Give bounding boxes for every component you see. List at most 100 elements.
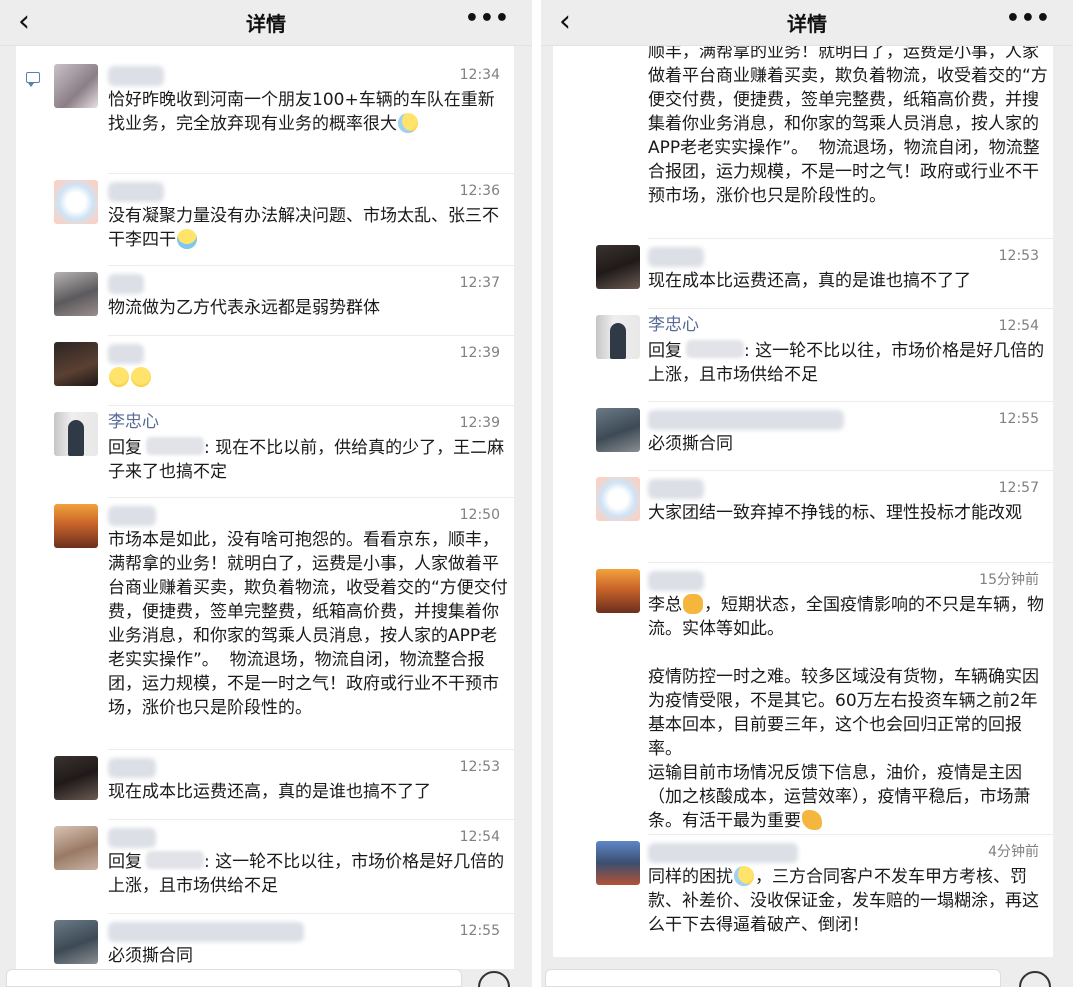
- list-item[interactable]: 4分钟前 同样的困扰 ，三方合同客户不发车甲方考核、罚款、补差价、没收保证金，发车…: [553, 835, 1053, 957]
- list-item[interactable]: 12:55 必须撕合同: [16, 914, 514, 969]
- comment-text: 没有凝聚力量没有办法解决问题、市场太乱、张三不干李四干: [108, 206, 499, 250]
- avatar[interactable]: [54, 756, 98, 800]
- reply-target-name[interactable]: [686, 340, 744, 358]
- comment-list: 顺丰，满帮拿的业务！就明白了，运费是小事，人家做着平台商业赚着买卖，欺负着物流，…: [553, 46, 1053, 957]
- commenter-name[interactable]: 李忠心: [108, 412, 159, 432]
- comment-time: 12:34: [459, 67, 500, 83]
- list-item[interactable]: 顺丰，满帮拿的业务！就明白了，运费是小事，人家做着平台商业赚着买卖，欺负着物流，…: [553, 46, 1053, 234]
- avatar[interactable]: [54, 412, 98, 456]
- avatar[interactable]: [596, 315, 640, 359]
- commenter-name[interactable]: [108, 182, 164, 202]
- emoji-button-icon[interactable]: [1019, 971, 1051, 987]
- avatar[interactable]: [596, 245, 640, 289]
- comment-time: 12:50: [459, 507, 500, 523]
- commenter-name[interactable]: [648, 571, 704, 591]
- comment-text: [108, 366, 508, 390]
- page-title: 详情: [246, 12, 286, 36]
- comment-text: 回复: 这一轮不比以往，市场价格是好几倍的上涨，且市场供给不足: [648, 340, 1045, 385]
- comment-time: 12:39: [459, 415, 500, 431]
- comment-input-bar[interactable]: [545, 969, 1001, 987]
- comment-time: 12:53: [459, 759, 500, 775]
- commenter-name[interactable]: [108, 66, 164, 86]
- list-item[interactable]: 12:34 恰好昨晚收到河南一个朋友100+车辆的车队在重新找业务，完全放弃现有…: [16, 58, 514, 170]
- list-item[interactable]: 15分钟前 李总 ，短期状态，全国疫情影响的不只是车辆，物流。实体等如此。 疫情防…: [553, 563, 1053, 835]
- comment-text: 回复: 现在不比以前，供给真的少了，王二麻子来了也搞不定: [108, 437, 505, 482]
- commenter-name[interactable]: [108, 506, 156, 526]
- commenter-name[interactable]: [108, 274, 144, 294]
- more-dots-icon[interactable]: •••: [1006, 6, 1051, 31]
- nav-bar: ‹ 详情 •••: [0, 0, 532, 46]
- chevron-left-icon[interactable]: ‹: [18, 5, 30, 39]
- commenter-name[interactable]: 李忠心: [648, 315, 699, 335]
- comment-time: 12:57: [998, 480, 1039, 496]
- avatar[interactable]: [596, 569, 640, 613]
- list-item[interactable]: 12:57 大家团结一致弃掉不挣钱的标、理性投标才能改观: [553, 471, 1053, 563]
- commenter-name[interactable]: [648, 410, 844, 430]
- list-item[interactable]: 12:54 回复: 这一轮不比以往，市场价格是好几倍的上涨，且市场供给不足: [16, 820, 514, 914]
- sweat-emoji-icon: [734, 866, 754, 886]
- left-screenshot: ‹ 详情 ••• 12:34 恰好昨晚收到河南一个朋友100+车辆的车队在重新找…: [0, 0, 532, 987]
- comment-text: 市场本是如此，没有啥可抱怨的。看看京东，顺丰，满帮拿的业务！就明白了，运费是小事…: [108, 530, 508, 718]
- list-item[interactable]: 12:53 现在成本比运费还高，真的是谁也搞不了了: [16, 750, 514, 820]
- list-item[interactable]: 李忠心 12:54 回复: 这一轮不比以往，市场价格是好几倍的上涨，且市场供给不…: [553, 309, 1053, 401]
- commenter-name[interactable]: [648, 479, 704, 499]
- reply-target-name[interactable]: [146, 851, 204, 869]
- right-screenshot: ‹ 详情 ••• 顺丰，满帮拿的业务！就明白了，运费是小事，人家做着平台商业赚着…: [541, 0, 1073, 987]
- comment-text: 顺丰，满帮拿的业务！就明白了，运费是小事，人家做着平台商业赚着买卖，欺负着物流，…: [648, 46, 1048, 206]
- comment-text: 必须撕合同: [108, 946, 193, 966]
- chevron-left-icon[interactable]: ‹: [559, 5, 571, 39]
- comment-text: 必须撕合同: [648, 434, 733, 454]
- avatar[interactable]: [596, 477, 640, 521]
- pray-emoji-icon: [802, 810, 822, 830]
- avatar[interactable]: [54, 826, 98, 870]
- comment-text: 大家团结一致弃掉不挣钱的标、理性投标才能改观: [648, 503, 1022, 523]
- comment-text: 同样的困扰 ，三方合同客户不发车甲方考核、罚款、补差价、没收保证金，发车赔的一塌糊…: [648, 866, 1039, 935]
- comment-time: 15分钟前: [979, 572, 1039, 588]
- commenter-name[interactable]: [108, 758, 156, 778]
- comment-time: 12:53: [998, 248, 1039, 264]
- commenter-name[interactable]: [648, 843, 798, 863]
- avatar[interactable]: [596, 841, 640, 885]
- comment-time: 4分钟前: [988, 844, 1039, 860]
- sweat-emoji-icon: [398, 113, 418, 133]
- avatar[interactable]: [54, 504, 98, 548]
- commenter-name[interactable]: [108, 344, 144, 364]
- more-dots-icon[interactable]: •••: [465, 6, 510, 31]
- comment-time: 12:54: [459, 829, 500, 845]
- emoji-button-icon[interactable]: [478, 971, 510, 987]
- comment-time: 12:36: [459, 183, 500, 199]
- list-item[interactable]: 12:36 没有凝聚力量没有办法解决问题、市场太乱、张三不干李四干: [16, 174, 514, 266]
- avatar[interactable]: [54, 342, 98, 386]
- avatar[interactable]: [54, 920, 98, 964]
- list-item[interactable]: 12:50 市场本是如此，没有啥可抱怨的。看看京东，顺丰，满帮拿的业务！就明白了…: [16, 498, 514, 750]
- nav-bar: ‹ 详情 •••: [541, 0, 1073, 46]
- comment-time: 12:55: [998, 411, 1039, 427]
- reply-target-name[interactable]: [146, 437, 204, 455]
- list-item[interactable]: 12:39: [16, 336, 514, 406]
- comment-list: 12:34 恰好昨晚收到河南一个朋友100+车辆的车队在重新找业务，完全放弃现有…: [16, 46, 514, 969]
- laughing-emoji-icon: [109, 367, 129, 387]
- avatar[interactable]: [54, 64, 98, 108]
- list-item[interactable]: 李忠心 12:39 回复: 现在不比以前，供给真的少了，王二麻子来了也搞不定: [16, 406, 514, 500]
- comment-text: 物流做为乙方代表永远都是弱势群体: [108, 298, 380, 318]
- commenter-name[interactable]: [648, 247, 704, 267]
- comment-text: 李总 ，短期状态，全国疫情影响的不只是车辆，物流。实体等如此。 疫情防控一时之难。…: [648, 594, 1044, 831]
- comment-input-bar[interactable]: [6, 969, 462, 987]
- commenter-name[interactable]: [108, 828, 156, 848]
- list-item[interactable]: 12:53 现在成本比运费还高，真的是谁也搞不了了: [553, 239, 1053, 307]
- comment-text: 恰好昨晚收到河南一个朋友100+车辆的车队在重新找业务，完全放弃现有业务的概率很…: [108, 90, 495, 134]
- crying-emoji-icon: [177, 229, 197, 249]
- avatar[interactable]: [54, 272, 98, 316]
- comment-text: 现在成本比运费还高，真的是谁也搞不了了: [108, 782, 431, 802]
- list-item[interactable]: 12:37 物流做为乙方代表永远都是弱势群体: [16, 266, 514, 336]
- list-item[interactable]: 12:55 必须撕合同: [553, 402, 1053, 470]
- avatar[interactable]: [54, 180, 98, 224]
- commenter-name[interactable]: [108, 922, 304, 942]
- comment-time: 12:39: [459, 345, 500, 361]
- laughing-emoji-icon: [131, 367, 151, 387]
- comment-text: 现在成本比运费还高，真的是谁也搞不了了: [648, 271, 971, 291]
- avatar[interactable]: [596, 408, 640, 452]
- comment-time: 12:54: [998, 318, 1039, 334]
- comment-time: 12:55: [459, 923, 500, 939]
- page-title: 详情: [787, 12, 827, 36]
